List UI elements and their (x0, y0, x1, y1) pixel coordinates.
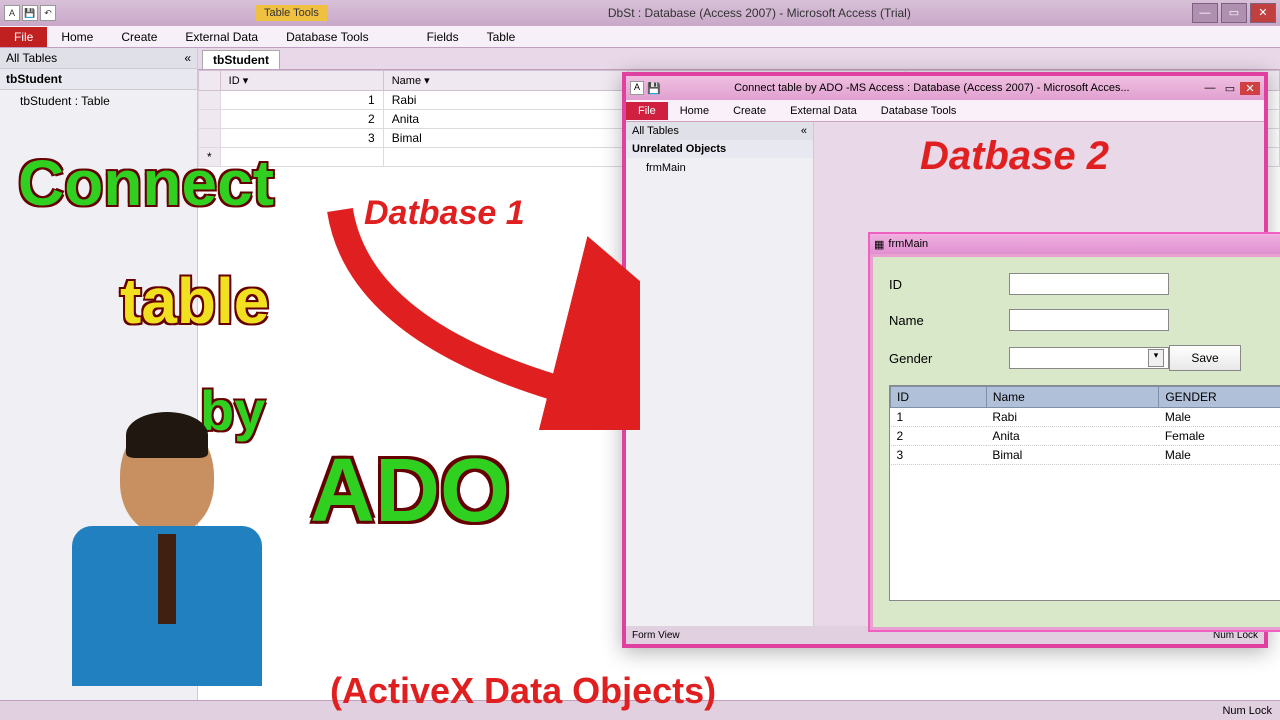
col-id[interactable]: ID ▾ (220, 71, 383, 91)
navigation-pane-2: All Tables « Unrelated Objects frmMain (626, 122, 814, 626)
ribbon-tab-database-tools[interactable]: Database Tools (272, 27, 383, 47)
frmmain-window: ▦ frmMain — ▭ ✕ ID Name G (868, 232, 1280, 632)
nav-item-frmmain[interactable]: frmMain (626, 158, 813, 178)
file-tab[interactable]: File (626, 102, 668, 120)
close-button[interactable]: ✕ (1240, 82, 1260, 95)
nav-header-label: All Tables (632, 125, 679, 137)
save-button[interactable]: Save (1169, 345, 1241, 371)
row-selector[interactable] (199, 110, 221, 129)
status-bar: Num Lock (0, 700, 1280, 720)
maximize-button[interactable]: ▭ (1221, 3, 1247, 23)
row-selector[interactable] (199, 91, 221, 110)
grid-cell[interactable]: Anita (986, 427, 1159, 446)
ribbon-tab-home[interactable]: Home (47, 27, 107, 47)
chevron-down-icon[interactable]: ▾ (1148, 349, 1164, 367)
grid-col-id[interactable]: ID (891, 387, 987, 408)
nav-collapse-icon[interactable]: « (801, 125, 807, 137)
ribbon-tab-create[interactable]: Create (107, 27, 171, 47)
name-input[interactable] (1009, 309, 1169, 331)
col-name[interactable]: Name ▾ (383, 71, 628, 91)
main-titlebar: A 💾 ↶ Table Tools DbSt : Database (Acces… (0, 0, 1280, 26)
window-title: DbSt : Database (Access 2007) - Microsof… (327, 6, 1192, 20)
ribbon-tab-fields[interactable]: Fields (413, 27, 473, 47)
dropdown-icon[interactable]: ▾ (243, 75, 249, 87)
second-access-window: A 💾 Connect table by ADO -MS Access : Da… (622, 72, 1268, 648)
cell[interactable] (383, 148, 628, 167)
new-row-selector[interactable]: * (199, 148, 221, 167)
row-selector[interactable] (199, 129, 221, 148)
gender-combobox[interactable]: ▾ (1009, 347, 1169, 369)
contextual-tab-label: Table Tools (256, 5, 327, 21)
grid-col-gender[interactable]: GENDER (1159, 387, 1280, 408)
cell[interactable] (220, 148, 383, 167)
grid-col-name[interactable]: Name (986, 387, 1159, 408)
cell[interactable]: 2 (220, 110, 383, 129)
ribbon-tab-home[interactable]: Home (668, 102, 721, 120)
id-input[interactable] (1009, 273, 1169, 295)
cell[interactable]: Anita (383, 110, 628, 129)
ribbon-tab-external-data[interactable]: External Data (171, 27, 272, 47)
document-tab[interactable]: tbStudent (202, 50, 280, 69)
close-button[interactable]: ✕ (1250, 3, 1276, 23)
grid-cell[interactable]: 2 (891, 427, 987, 446)
cell[interactable]: 1 (220, 91, 383, 110)
mdi-client-area: ▦ frmMain — ▭ ✕ ID Name G (814, 122, 1264, 626)
window-title-2: Connect table by ADO -MS Access : Databa… (664, 82, 1200, 94)
grid-cell[interactable]: 1 (891, 408, 987, 427)
app-icon: A (4, 5, 20, 21)
ribbon-tab-database-tools[interactable]: Database Tools (869, 102, 969, 120)
app-icon: A (630, 81, 644, 95)
nav-header-label: All Tables (6, 51, 57, 65)
grid-cell[interactable]: Male (1159, 408, 1280, 427)
ribbon-tab-external-data[interactable]: External Data (778, 102, 869, 120)
minimize-button[interactable]: — (1192, 3, 1218, 23)
id-label: ID (889, 277, 1009, 292)
qat-undo-icon[interactable]: ↶ (40, 5, 56, 21)
form-title: frmMain (884, 238, 1280, 250)
qat-save-icon[interactable]: 💾 (647, 82, 661, 95)
numlock-indicator: Num Lock (1222, 705, 1272, 717)
grid-cell[interactable]: Rabi (986, 408, 1159, 427)
nav-group[interactable]: Unrelated Objects (626, 140, 813, 158)
cell[interactable]: Bimal (383, 129, 628, 148)
name-label: Name (889, 313, 1009, 328)
form-view-indicator: Form View (632, 630, 680, 641)
dropdown-icon[interactable]: ▾ (424, 75, 430, 87)
cell[interactable]: Rabi (383, 91, 628, 110)
select-all-cell[interactable] (199, 71, 221, 91)
grid-cell[interactable]: Female (1159, 427, 1280, 446)
ribbon-tab-table[interactable]: Table (473, 27, 530, 47)
nav-item-tbstudent[interactable]: tbStudent : Table (0, 90, 197, 112)
nav-group[interactable]: tbStudent (0, 69, 197, 90)
ribbon-tab-create[interactable]: Create (721, 102, 778, 120)
nav-header[interactable]: All Tables « (0, 48, 197, 69)
minimize-button[interactable]: — (1200, 82, 1220, 94)
qat-save-icon[interactable]: 💾 (22, 5, 38, 21)
file-tab[interactable]: File (0, 27, 47, 47)
nav-collapse-icon[interactable]: « (184, 51, 191, 65)
grid-cell[interactable]: 3 (891, 446, 987, 465)
presenter-photo (62, 418, 272, 698)
grid-cell[interactable]: Male (1159, 446, 1280, 465)
maximize-button[interactable]: ▭ (1220, 82, 1240, 95)
cell[interactable]: 3 (220, 129, 383, 148)
data-grid[interactable]: ID Name GENDER 1RabiMale 2AnitaFemale 3B… (889, 385, 1280, 601)
form-icon: ▦ (874, 238, 884, 251)
main-ribbon: File Home Create External Data Database … (0, 26, 1280, 48)
grid-cell[interactable]: Bimal (986, 446, 1159, 465)
gender-label: Gender (889, 351, 1009, 366)
